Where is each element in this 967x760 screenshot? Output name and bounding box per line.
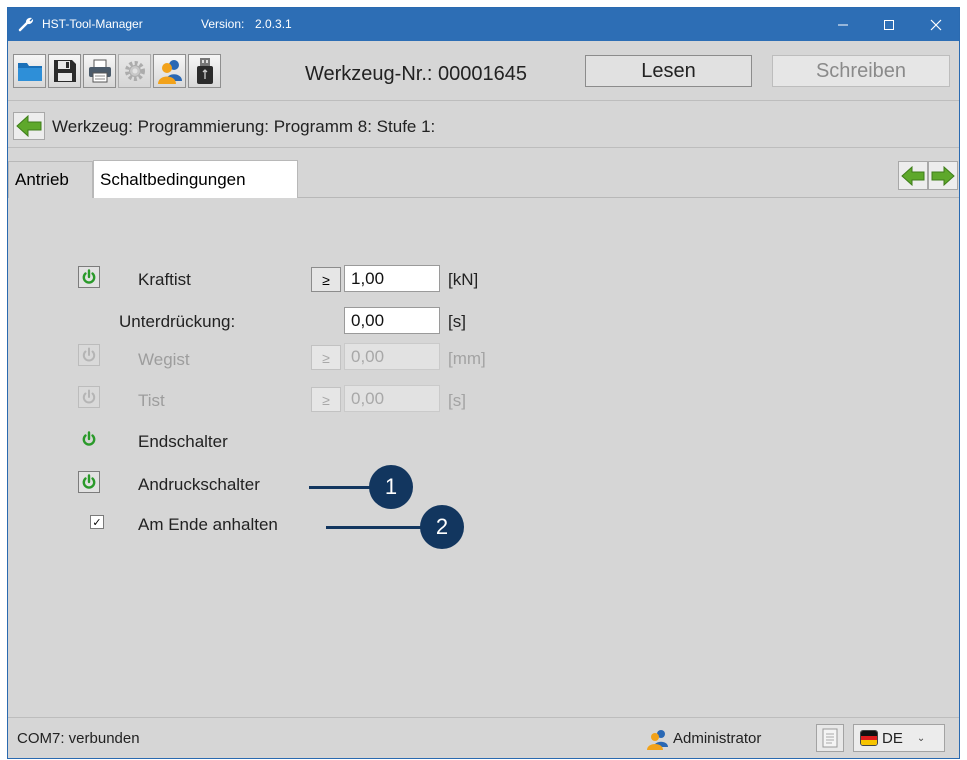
language-select[interactable]: DE ⌄	[853, 724, 945, 752]
wegist-operator[interactable]: ≥	[311, 345, 341, 370]
log-button[interactable]	[816, 724, 844, 752]
endschalter-label: Endschalter	[138, 432, 228, 451]
tool-number: Werkzeug-Nr.: 00001645	[305, 63, 527, 85]
maximize-icon	[884, 19, 894, 30]
tab-bar: Antrieb Schaltbedingungen	[8, 158, 959, 198]
power-icon	[82, 269, 96, 284]
breadcrumb: Werkzeug: Programmierung: Programm 8: St…	[52, 117, 436, 136]
status-bar: COM7: verbunden Administrator DE ⌄	[8, 717, 959, 758]
settings-button[interactable]	[118, 54, 151, 88]
user-button[interactable]	[153, 54, 186, 88]
kraftist-input[interactable]: 1,00	[344, 265, 440, 292]
open-button[interactable]	[13, 54, 46, 88]
callout-2: 2	[420, 505, 464, 549]
tist-label: Tist	[138, 391, 165, 410]
tist-input[interactable]: 0,00	[344, 385, 440, 412]
usb-device-icon	[196, 58, 213, 84]
arrow-left-icon	[901, 165, 925, 186]
save-button[interactable]	[48, 54, 81, 88]
back-button[interactable]	[13, 112, 45, 140]
print-button[interactable]	[83, 54, 116, 88]
power-icon	[82, 474, 96, 489]
next-tab-button[interactable]	[928, 161, 958, 190]
title-bar: HST-Tool-Manager Version: 2.0.3.1	[8, 8, 959, 41]
version-value: 2.0.3.1	[255, 17, 292, 31]
kraftist-operator[interactable]: ≥	[311, 267, 341, 292]
read-button[interactable]: Lesen	[585, 55, 752, 87]
user-name[interactable]: Administrator	[673, 730, 761, 747]
tist-unit: [s]	[448, 391, 466, 410]
kraftist-unit: [kN]	[448, 270, 479, 289]
unterdrueckung-input[interactable]: 0,00	[344, 307, 440, 334]
printer-icon	[88, 59, 111, 83]
arrow-left-icon	[16, 115, 42, 137]
user-icon	[157, 60, 182, 84]
wegist-input[interactable]: 0,00	[344, 343, 440, 370]
andruckschalter-toggle[interactable]	[78, 471, 100, 493]
kraftist-label: Kraftist	[138, 270, 191, 289]
callout-line-2	[326, 526, 421, 529]
tab-schaltbedingungen[interactable]: Schaltbedingungen	[93, 160, 298, 198]
maximize-button[interactable]	[866, 8, 912, 41]
power-icon	[82, 347, 96, 362]
andruckschalter-label: Andruckschalter	[138, 475, 260, 494]
language-label: DE	[882, 729, 903, 747]
folder-icon	[17, 63, 42, 81]
am-ende-anhalten-label: Am Ende anhalten	[138, 515, 278, 534]
german-flag-icon	[860, 730, 878, 746]
previous-tab-button[interactable]	[898, 161, 928, 190]
am-ende-anhalten-checkbox[interactable]: ✓	[90, 515, 104, 529]
app-title: HST-Tool-Manager	[42, 17, 143, 31]
kraftist-toggle[interactable]	[78, 266, 100, 288]
minimize-icon	[838, 24, 848, 25]
version-label: Version:	[201, 17, 245, 31]
callout-1: 1	[369, 465, 413, 509]
wrench-icon	[18, 17, 34, 32]
floppy-disk-icon	[53, 60, 76, 82]
callout-line-1	[309, 486, 371, 489]
breadcrumb-bar: Werkzeug: Programmierung: Programm 8: St…	[8, 102, 959, 148]
endschalter-toggle[interactable]	[78, 428, 100, 450]
close-icon	[930, 19, 942, 30]
minimize-button[interactable]	[820, 8, 866, 41]
wegist-label: Wegist	[138, 350, 190, 369]
tab-antrieb[interactable]: Antrieb	[8, 161, 93, 198]
user-icon	[647, 730, 668, 750]
unterdrueckung-unit: [s]	[448, 312, 466, 331]
wegist-toggle[interactable]	[78, 344, 100, 366]
write-button[interactable]: Schreiben	[772, 55, 950, 87]
arrow-right-icon	[931, 165, 955, 186]
toolbar: Werkzeug-Nr.: 00001645 Lesen Schreiben	[8, 41, 959, 101]
unterdrueckung-label: Unterdrückung:	[119, 312, 236, 331]
document-icon	[822, 728, 838, 748]
wegist-unit: [mm]	[448, 349, 486, 368]
tist-operator[interactable]: ≥	[311, 387, 341, 412]
connection-status: COM7: verbunden	[17, 730, 140, 747]
chevron-down-icon: ⌄	[916, 732, 926, 744]
power-icon	[82, 431, 96, 446]
app-window: HST-Tool-Manager Version: 2.0.3.1 Werkze…	[7, 7, 960, 759]
tist-toggle[interactable]	[78, 386, 100, 408]
close-button[interactable]	[913, 8, 959, 41]
power-icon	[82, 389, 96, 404]
usb-button[interactable]	[188, 54, 221, 88]
gear-icon	[124, 61, 145, 81]
